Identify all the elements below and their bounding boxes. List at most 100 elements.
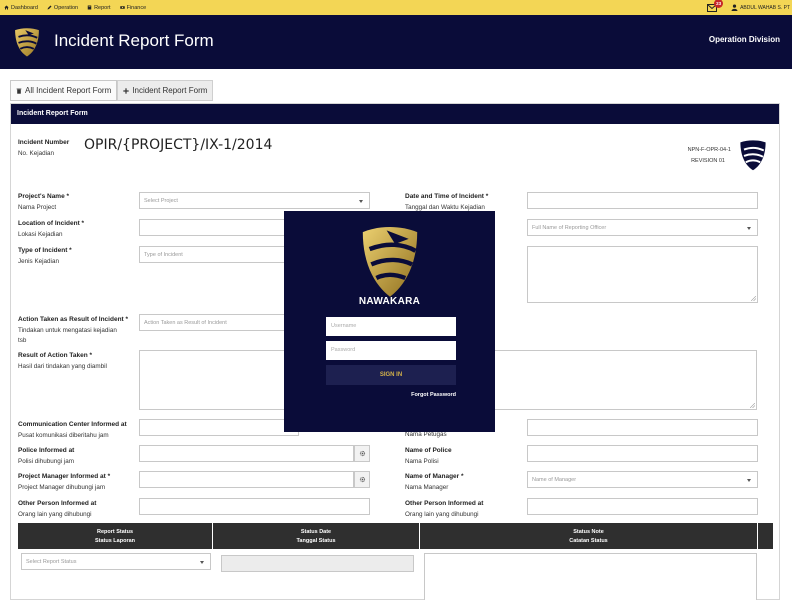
report-status-select[interactable]: Select Report Status bbox=[21, 553, 211, 570]
pencil-icon bbox=[47, 5, 52, 10]
panel-title: Incident Report Form bbox=[11, 104, 779, 124]
nav-item-finance[interactable]: Finance bbox=[119, 4, 147, 11]
user-icon bbox=[731, 4, 738, 11]
gear-icon bbox=[359, 450, 365, 457]
nav-label: Operation bbox=[53, 4, 79, 11]
manager-name-sub: Nama Manager bbox=[405, 484, 449, 491]
top-nav: Dashboard Operation Report Finance bbox=[0, 5, 155, 11]
type-input[interactable]: Type of Incident bbox=[139, 246, 299, 263]
project-name-sub: Nama Project bbox=[18, 204, 57, 211]
status-col-header: Report Status Status Laporan bbox=[18, 523, 212, 549]
project-select[interactable]: Select Project bbox=[139, 192, 370, 209]
reporting-officer-select[interactable]: Full Name of Reporting Officer bbox=[527, 219, 758, 236]
tab-label: All Incident Report Form bbox=[25, 86, 112, 95]
comm-center-sub: Pusat komunikasi diberitahu jam bbox=[18, 432, 109, 439]
police-informed-sub: Polisi dihubungi jam bbox=[18, 458, 75, 465]
trash-icon bbox=[16, 88, 22, 94]
notifications-button[interactable]: 23 bbox=[707, 0, 724, 12]
gear-icon bbox=[359, 476, 365, 483]
police-time-picker-button[interactable] bbox=[354, 445, 370, 462]
action-col-header bbox=[758, 523, 773, 549]
password-input[interactable]: Password bbox=[326, 341, 456, 360]
nawakara-logo-icon bbox=[362, 227, 418, 297]
login-modal: NAWAKARA Username Password SIGN IN Forgo… bbox=[284, 211, 495, 432]
officer-name-sub: Nama Petugas bbox=[405, 431, 447, 438]
result-action-label: Result of Action Taken * bbox=[18, 352, 93, 359]
top-bar: Dashboard Operation Report Finance 23 AB… bbox=[0, 0, 792, 15]
incident-number-label: Incident Number bbox=[18, 139, 70, 146]
status-date-col-header: Status Date Tanggal Status bbox=[213, 523, 419, 549]
right-notes-textarea[interactable] bbox=[527, 246, 758, 303]
notification-badge: 23 bbox=[714, 0, 724, 8]
location-input[interactable] bbox=[139, 219, 299, 236]
other-person-left-label: Other Person Informed at bbox=[18, 500, 97, 507]
plus-icon bbox=[123, 87, 129, 94]
type-label: Type of Incident * bbox=[18, 247, 72, 254]
police-name-input[interactable] bbox=[527, 445, 758, 462]
user-name: ABDUL WAHAB S. PT bbox=[740, 4, 790, 11]
status-date-input bbox=[221, 555, 414, 572]
manager-name-label: Name of Manager * bbox=[405, 473, 464, 480]
pm-informed-input[interactable] bbox=[139, 471, 354, 488]
topbar-right: 23 ABDUL WAHAB S. PT bbox=[707, 0, 790, 15]
nav-item-dashboard[interactable]: Dashboard bbox=[4, 5, 38, 11]
police-name-label: Name of Police bbox=[405, 447, 452, 454]
username-input[interactable]: Username bbox=[326, 317, 456, 336]
comm-center-label: Communication Center Informed at bbox=[18, 421, 127, 428]
other-person-left-input[interactable] bbox=[139, 498, 370, 515]
incident-number-value: OPIR/{PROJECT}/IX-1/2014 bbox=[84, 137, 273, 153]
pm-informed-sub: Project Manager dihubungi jam bbox=[18, 484, 106, 491]
doc-code: NPN-F-OPR-04-1 bbox=[687, 147, 731, 153]
user-menu[interactable]: ABDUL WAHAB S. PT bbox=[731, 4, 790, 11]
nav-label: Dashboard bbox=[11, 4, 38, 11]
nav-item-report[interactable]: Report bbox=[87, 5, 111, 11]
tab-incident-report-form[interactable]: Incident Report Form bbox=[117, 80, 214, 101]
sign-in-button[interactable]: SIGN IN bbox=[326, 365, 456, 385]
money-icon bbox=[119, 6, 125, 9]
date-time-label: Date and Time of Incident * bbox=[405, 193, 489, 200]
book-icon bbox=[87, 5, 92, 10]
location-sub: Lokasi Kejadian bbox=[18, 231, 63, 238]
action-taken-label: Action Taken as Result of Incident * bbox=[18, 316, 129, 323]
brand-name: NAWAKARA bbox=[358, 296, 421, 307]
nav-label: Finance bbox=[126, 4, 147, 11]
project-name-label: Project's Name * bbox=[18, 193, 70, 200]
forgot-password-link[interactable]: Forgot Password bbox=[411, 392, 456, 398]
police-informed-label: Police Informed at bbox=[18, 447, 75, 454]
nav-item-operation[interactable]: Operation bbox=[47, 5, 78, 11]
tab-all-incident-reports[interactable]: All Incident Report Form bbox=[10, 80, 118, 101]
app-header: Incident Report Form Operation Division bbox=[0, 15, 792, 69]
other-person-right-sub: Orang lain yang dihubungi bbox=[405, 511, 479, 518]
date-time-input[interactable] bbox=[527, 192, 758, 209]
officer-name-input[interactable] bbox=[527, 419, 758, 436]
result-action-sub: Hasil dari tindakan yang diambil bbox=[18, 363, 107, 370]
home-icon bbox=[4, 5, 9, 10]
status-note-col-header: Status Note Catatan Status bbox=[420, 523, 757, 549]
shield-logo-small-icon bbox=[740, 140, 766, 171]
resize-grip-icon[interactable] bbox=[750, 403, 755, 408]
tab-bar: All Incident Report Form Incident Report… bbox=[10, 80, 214, 101]
action-taken-input[interactable]: Action Taken as Result of Incident bbox=[139, 314, 299, 331]
tab-label: Incident Report Form bbox=[132, 86, 208, 95]
nav-label: Report bbox=[94, 4, 111, 11]
revision-label: REVISION 01 bbox=[691, 158, 725, 164]
other-person-right-input[interactable] bbox=[527, 498, 758, 515]
action-taken-sub1: Tindakan untuk mengatasi kejadian bbox=[18, 327, 117, 334]
shield-logo-icon bbox=[15, 28, 39, 57]
location-label: Location of Incident * bbox=[18, 220, 85, 227]
date-time-sub: Tanggal dan Waktu Kejadian bbox=[405, 204, 485, 211]
police-informed-input[interactable] bbox=[139, 445, 354, 462]
manager-select[interactable]: Name of Manager bbox=[527, 471, 758, 488]
incident-number-sub: No. Kejadian bbox=[18, 150, 55, 157]
type-sub: Jenis Kejadian bbox=[18, 258, 59, 265]
police-name-sub: Nama Polisi bbox=[405, 458, 439, 465]
division-label: Operation Division bbox=[708, 35, 780, 44]
comm-center-input[interactable] bbox=[139, 419, 299, 436]
resize-grip-icon[interactable] bbox=[751, 296, 756, 301]
other-person-left-sub: Orang lain yang dihubungi bbox=[18, 511, 92, 518]
pm-informed-label: Project Manager Informed at * bbox=[18, 473, 111, 480]
status-note-textarea[interactable] bbox=[424, 553, 757, 600]
other-person-right-label: Other Person Informed at bbox=[405, 500, 484, 507]
page-title: Incident Report Form bbox=[54, 31, 214, 50]
pm-time-picker-button[interactable] bbox=[354, 471, 370, 488]
